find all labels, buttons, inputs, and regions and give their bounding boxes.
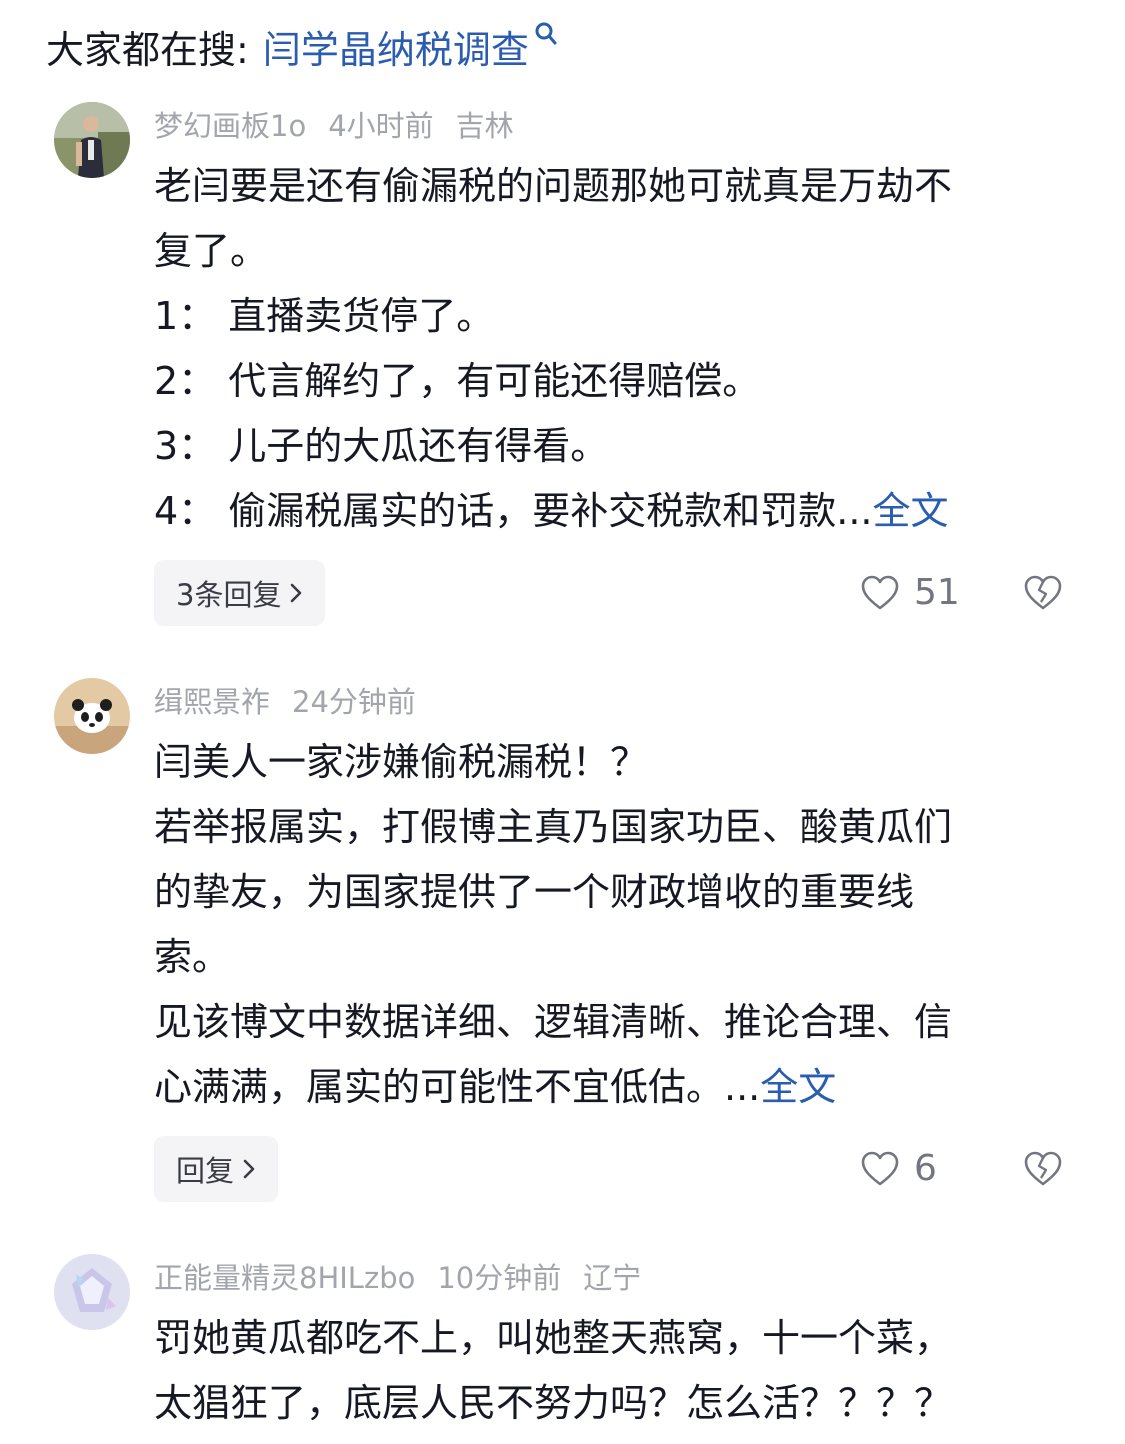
comment-line: 1： 直播卖货停了。: [154, 294, 495, 338]
comment-username[interactable]: 梦幻画板1o: [154, 109, 306, 143]
avatar[interactable]: [54, 102, 130, 178]
comment-line: 老闫要是还有偷漏税的问题那她可就真是万劫不: [154, 164, 953, 208]
search-icon[interactable]: [533, 20, 561, 54]
view-replies-button[interactable]: 3条回复: [154, 560, 326, 626]
reply-button-label: 回复: [176, 1154, 235, 1188]
reply-button-label: 3条回复: [176, 578, 282, 612]
avatar[interactable]: [54, 678, 130, 754]
comment-line: 2： 代言解约了，有可能还得赔偿。: [154, 359, 761, 403]
comment-text: 罚她黄瓜都吃不上，叫她整天燕窝，十一个菜， 太猖狂了，底层人民不努力吗？怎么活？…: [154, 1306, 1074, 1436]
comment-time: 4小时前: [328, 109, 434, 143]
comment-line: 3： 儿子的大瓜还有得看。: [154, 424, 609, 468]
expand-full-text-link[interactable]: 全文: [760, 1065, 836, 1109]
comment-meta: 正能量精灵8HILzbo 10分钟前 辽宁: [154, 1260, 663, 1296]
search-suggestion-bar: 大家都在搜: 闫学晶纳税调查: [46, 18, 561, 74]
comment-meta: 梦幻画板1o 4小时前 吉林: [154, 108, 536, 144]
search-term-link[interactable]: 闫学晶纳税调查: [263, 19, 529, 74]
comment-line: 罚她黄瓜都吃不上，叫她整天燕窝，十一个菜，: [154, 1316, 953, 1360]
comment-line: 心满满，属实的可能性不宜低估。...: [154, 1065, 761, 1109]
chevron-right-icon: [291, 583, 302, 603]
comment-time: 24分钟前: [292, 685, 416, 719]
comment-line: 复了。: [154, 229, 269, 273]
avatar[interactable]: [54, 1254, 130, 1330]
comment-line: 闫美人一家涉嫌偷税漏税！？: [154, 740, 649, 784]
like-button[interactable]: 51: [860, 572, 960, 613]
heart-icon: [861, 575, 899, 609]
reply-button[interactable]: 回复: [154, 1136, 279, 1202]
comment-time: 10分钟前: [437, 1261, 562, 1295]
comment-username[interactable]: 正能量精灵8HILzbo: [154, 1261, 415, 1295]
expand-full-text-link[interactable]: 全文: [873, 489, 949, 533]
like-button[interactable]: 6: [860, 1148, 937, 1189]
like-count: 6: [914, 1148, 937, 1189]
like-count: 51: [914, 572, 960, 613]
comment-username[interactable]: 缉熙景祚: [154, 685, 270, 719]
comment-location: 吉林: [455, 109, 514, 143]
comment-line: 索。: [154, 935, 231, 979]
comment-line: 4： 偷漏税属实的话，要补交税款和罚款...: [154, 489, 873, 533]
chevron-right-icon: [243, 1159, 255, 1179]
comment-meta: 缉熙景祚 24分钟前: [154, 684, 438, 720]
comment-line: 的挚友，为国家提供了一个财政增收的重要线: [154, 870, 915, 914]
broken-heart-icon[interactable]: [1023, 574, 1063, 612]
broken-heart-icon[interactable]: [1023, 1150, 1063, 1188]
comment-line: 见该博文中数据详细、逻辑清晰、推论合理、信: [154, 1000, 953, 1044]
comment-line: 太猖狂了，底层人民不努力吗？怎么活？？？？: [154, 1381, 953, 1425]
comment-line: 若举报属实，打假博主真乃国家功臣、酸黄瓜们: [154, 805, 953, 849]
search-prefix-label: 大家都在搜:: [46, 27, 249, 72]
comment-text: 闫美人一家涉嫌偷税漏税！？ 若举报属实，打假博主真乃国家功臣、酸黄瓜们 的挚友，…: [154, 730, 1074, 1120]
heart-icon: [861, 1151, 899, 1185]
comment-location: 辽宁: [583, 1261, 642, 1295]
comment-text: 老闫要是还有偷漏税的问题那她可就真是万劫不 复了。 1： 直播卖货停了。 2： …: [154, 154, 1074, 544]
